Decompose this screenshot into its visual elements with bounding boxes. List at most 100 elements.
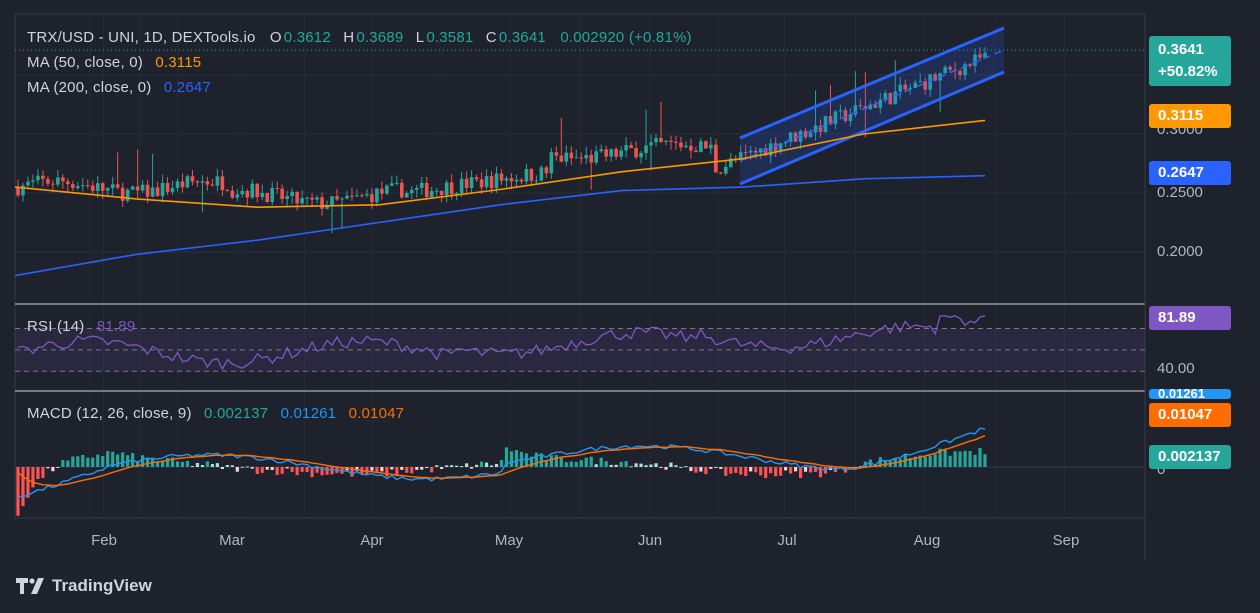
candle-body xyxy=(390,183,394,186)
rsi-value: 81.89 xyxy=(96,318,136,335)
candle-body xyxy=(235,194,240,198)
macd-hist-bar xyxy=(719,467,723,469)
macd-hist-bar xyxy=(898,458,902,467)
macd-hist-bar xyxy=(250,467,254,469)
candle-body xyxy=(80,185,85,187)
candle-body xyxy=(305,197,309,199)
macd-hist-bar xyxy=(958,451,962,467)
candle-body xyxy=(250,183,255,198)
macd-hist-bar xyxy=(430,467,434,473)
macd-hist-bar xyxy=(400,467,404,470)
macd-hist-bar xyxy=(41,467,45,478)
macd-hist-bar xyxy=(106,451,110,467)
ma200-line xyxy=(14,174,986,277)
candle-body xyxy=(569,152,574,159)
candle-body xyxy=(694,150,698,153)
candle-body xyxy=(599,149,603,152)
candle-body xyxy=(380,188,384,194)
candle-body xyxy=(155,187,160,197)
price-tick-3: 0.2000 xyxy=(1157,243,1203,260)
tradingview-logo[interactable]: TradingView xyxy=(16,576,152,596)
macd-hist-bar xyxy=(759,467,763,476)
macd-hist-bar xyxy=(664,467,668,470)
macd-hist-bar xyxy=(584,457,588,467)
low-value: 0.3581 xyxy=(426,29,474,46)
macd-hist-bar xyxy=(923,456,927,467)
candle-body xyxy=(400,182,404,198)
candle-body xyxy=(225,190,230,192)
candle-body xyxy=(524,169,529,182)
macd-hist-bar xyxy=(195,462,200,467)
candle-body xyxy=(71,184,75,189)
macd-hist-bar xyxy=(669,462,673,467)
candle-body xyxy=(160,182,165,197)
candle-body xyxy=(579,157,584,159)
candle-body xyxy=(66,181,70,185)
candle-body xyxy=(409,189,414,194)
macd-hist-bar xyxy=(808,467,813,473)
macd-hist-bar xyxy=(933,454,937,467)
macd-hist-bar xyxy=(569,461,573,467)
macd-hist-bar xyxy=(654,463,658,467)
candle-body xyxy=(135,186,140,191)
candle-body xyxy=(340,198,344,200)
macd-hist-bar xyxy=(285,467,289,469)
macd-hist-bar xyxy=(205,461,210,467)
candle-body xyxy=(61,177,65,182)
macd-hist-bar xyxy=(101,455,105,467)
candle-body xyxy=(31,180,35,182)
candle-body xyxy=(719,172,723,174)
macd-hist-bar xyxy=(275,467,279,475)
candle-body xyxy=(285,196,289,200)
candle-body xyxy=(76,186,80,189)
macd-hist-bar xyxy=(315,467,319,473)
macd-hist-bar xyxy=(709,467,713,469)
candle-body xyxy=(185,176,190,188)
candle-body xyxy=(574,157,579,159)
macd-hist-bar xyxy=(71,456,75,467)
high-value: 0.3689 xyxy=(356,29,404,46)
high-label: H xyxy=(343,29,355,46)
rsi-badge: 81.89 xyxy=(1149,306,1231,330)
macd-signal-badge: 0.01047 xyxy=(1149,403,1231,427)
macd-hist-bar xyxy=(734,467,738,473)
candle-body xyxy=(634,148,638,158)
macd-hist-bar xyxy=(180,461,185,467)
macd-hist-bar xyxy=(689,467,693,472)
ma50-badge: 0.3115 xyxy=(1149,104,1231,128)
candle-body xyxy=(175,181,180,189)
candle-body xyxy=(674,141,678,143)
macd-hist-bar xyxy=(818,467,823,478)
macd-hist-bar xyxy=(789,467,793,474)
candle-body xyxy=(310,197,314,200)
candle-body xyxy=(619,150,623,157)
macd-hist-bar xyxy=(634,463,638,467)
macd-hist-bar xyxy=(674,465,678,467)
macd-hist-bar xyxy=(435,465,439,467)
candle-body xyxy=(679,142,683,148)
macd-hist-bar xyxy=(445,465,449,467)
month-may: May xyxy=(494,532,524,549)
candle-body xyxy=(564,152,569,162)
open-label: O xyxy=(269,29,282,46)
macd-hist-bar xyxy=(51,467,55,472)
candle-body xyxy=(689,145,693,151)
month-jun: Jun xyxy=(637,532,663,549)
candle-body xyxy=(449,182,454,195)
candle-body xyxy=(509,178,514,182)
month-jul: Jul xyxy=(777,532,797,549)
candle-body xyxy=(320,197,324,209)
candle-body xyxy=(145,184,150,197)
candle-body xyxy=(684,145,688,148)
candle-body xyxy=(459,178,464,194)
candle-body xyxy=(260,192,265,198)
candle-body xyxy=(544,167,549,174)
macd-hist-bar xyxy=(619,461,623,467)
macd-hist-bar xyxy=(714,467,718,468)
candle-body xyxy=(644,145,648,154)
candle-body xyxy=(46,178,50,184)
candle-body xyxy=(709,144,713,149)
month-apr: Apr xyxy=(360,532,384,549)
ma200-badge: 0.2647 xyxy=(1149,161,1231,185)
candle-body xyxy=(514,179,519,182)
